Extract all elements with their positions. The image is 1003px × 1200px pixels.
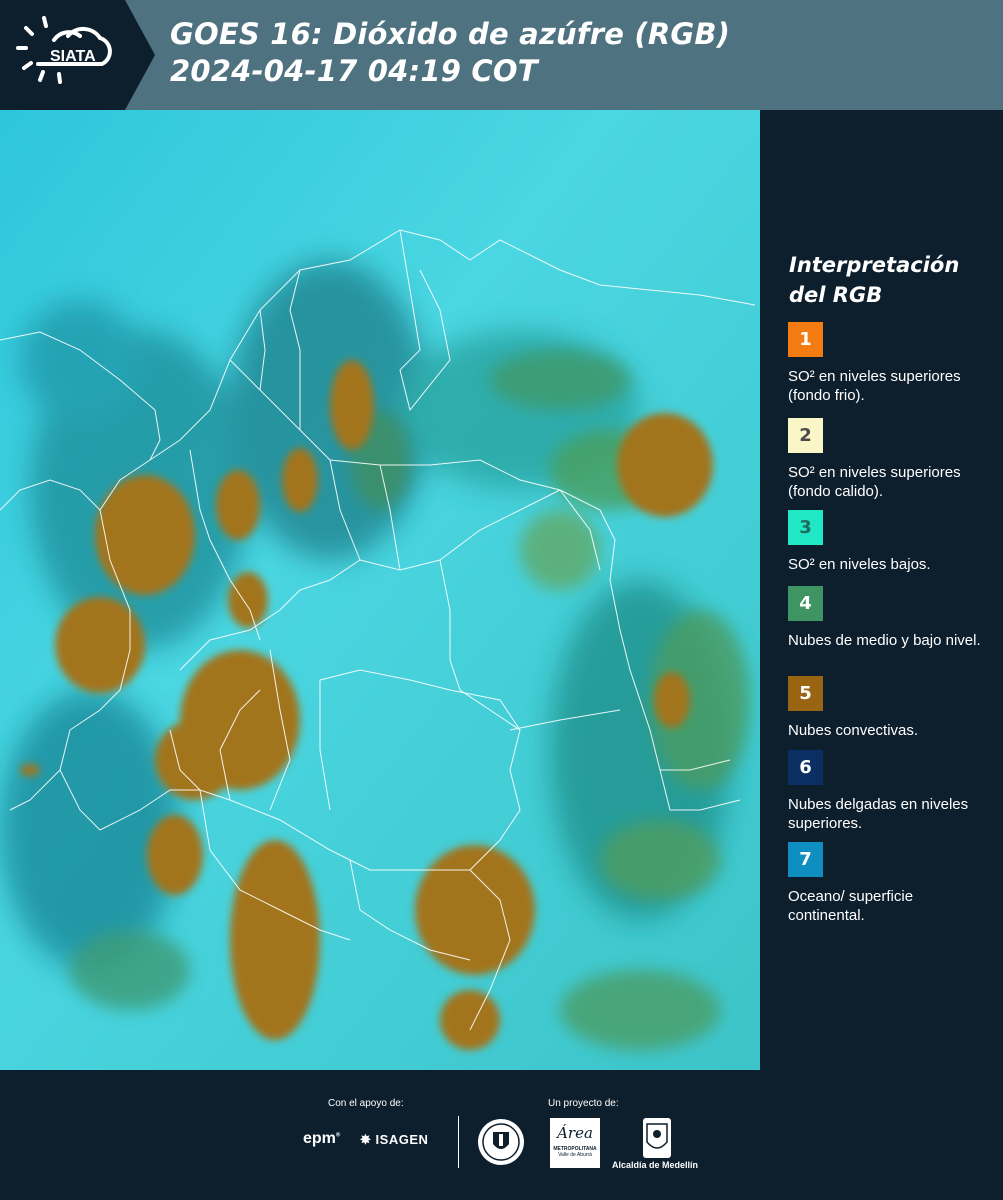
- legend-panel: Interpretación del RGB 1 SO² en niveles …: [760, 110, 1003, 1070]
- legend-label-5: Nubes convectivas.: [788, 722, 919, 739]
- legend-label-2: SO² en niveles superiores (fondo calido)…: [788, 464, 961, 500]
- legend-item-4: 4 Nubes de medio y bajo nivel.: [788, 586, 988, 650]
- legend-label-6: Nubes delgadas en niveles superiores.: [788, 796, 969, 832]
- legend-swatch-5: 5: [788, 676, 823, 711]
- isagen-star-icon: ✸: [360, 1132, 372, 1147]
- sun-cloud-icon: SIATA: [16, 16, 112, 84]
- title-line-1: GOES 16: Dióxido de azúfre (RGB): [170, 17, 731, 51]
- medellin-seal-logo: [477, 1118, 525, 1171]
- legend-item-7: 7 Oceano/ superficie continental.: [788, 842, 988, 925]
- legend-item-5: 5 Nubes convectivas.: [788, 676, 988, 740]
- satellite-image: [0, 110, 760, 1070]
- legend-number-6: 6: [799, 757, 812, 778]
- legend-swatch-3: 3: [788, 510, 823, 545]
- logo-chevron: [125, 0, 155, 110]
- legend-swatch-4: 4: [788, 586, 823, 621]
- support-label: Con el apoyo de:: [328, 1098, 404, 1109]
- seal-icon: [478, 1119, 524, 1165]
- legend-swatch-6: 6: [788, 750, 823, 785]
- legend-swatch-1: 1: [788, 322, 823, 357]
- legend-label-3: SO² en niveles bajos.: [788, 556, 931, 573]
- epm-logo: epm®: [303, 1130, 341, 1147]
- legend-number-2: 2: [799, 425, 812, 446]
- area-metropolitana-logo: Área METROPOLITANA Valle de Aburrá: [550, 1118, 600, 1168]
- project-label: Un proyecto de:: [548, 1098, 619, 1109]
- title-line-2: 2024-04-17 04:19 COT: [170, 54, 538, 88]
- isagen-logo: ✸ ISAGEN: [360, 1132, 429, 1147]
- legend-number-4: 4: [799, 593, 812, 614]
- legend-number-5: 5: [799, 683, 812, 704]
- alcaldia-shield-icon: [643, 1118, 671, 1158]
- footer-divider: [458, 1116, 459, 1168]
- legend-number-3: 3: [799, 517, 812, 538]
- legend-swatch-2: 2: [788, 418, 823, 453]
- legend-label-4: Nubes de medio y bajo nivel.: [788, 632, 981, 649]
- legend-item-2: 2 SO² en niveles superiores (fondo calid…: [788, 418, 988, 501]
- legend-label-7: Oceano/ superficie continental.: [788, 888, 914, 924]
- page-title: GOES 16: Dióxido de azúfre (RGB) 2024-04…: [170, 16, 730, 90]
- legend-title: Interpretación del RGB: [789, 250, 959, 310]
- legend-number-1: 1: [799, 329, 812, 350]
- legend-title-line-2: del RGB: [789, 283, 883, 307]
- alcaldia-label: Alcaldía de Medellín: [612, 1160, 699, 1170]
- svg-text:SIATA: SIATA: [50, 48, 96, 65]
- siata-logo: SIATA: [0, 0, 125, 110]
- legend-item-1: 1 SO² en niveles superiores (fondo frio)…: [788, 322, 988, 405]
- legend-swatch-7: 7: [788, 842, 823, 877]
- legend-item-6: 6 Nubes delgadas en niveles superiores.: [788, 750, 988, 833]
- legend-label-1: SO² en niveles superiores (fondo frio).: [788, 368, 961, 404]
- header: SIATA GOES 16: Dióxido de azúfre (RGB) 2…: [0, 0, 1003, 110]
- legend-title-line-1: Interpretación: [789, 253, 960, 277]
- footer: Con el apoyo de: Un proyecto de: epm® ✸ …: [0, 1070, 1003, 1200]
- legend-number-7: 7: [799, 849, 812, 870]
- legend-item-3: 3 SO² en niveles bajos.: [788, 510, 988, 574]
